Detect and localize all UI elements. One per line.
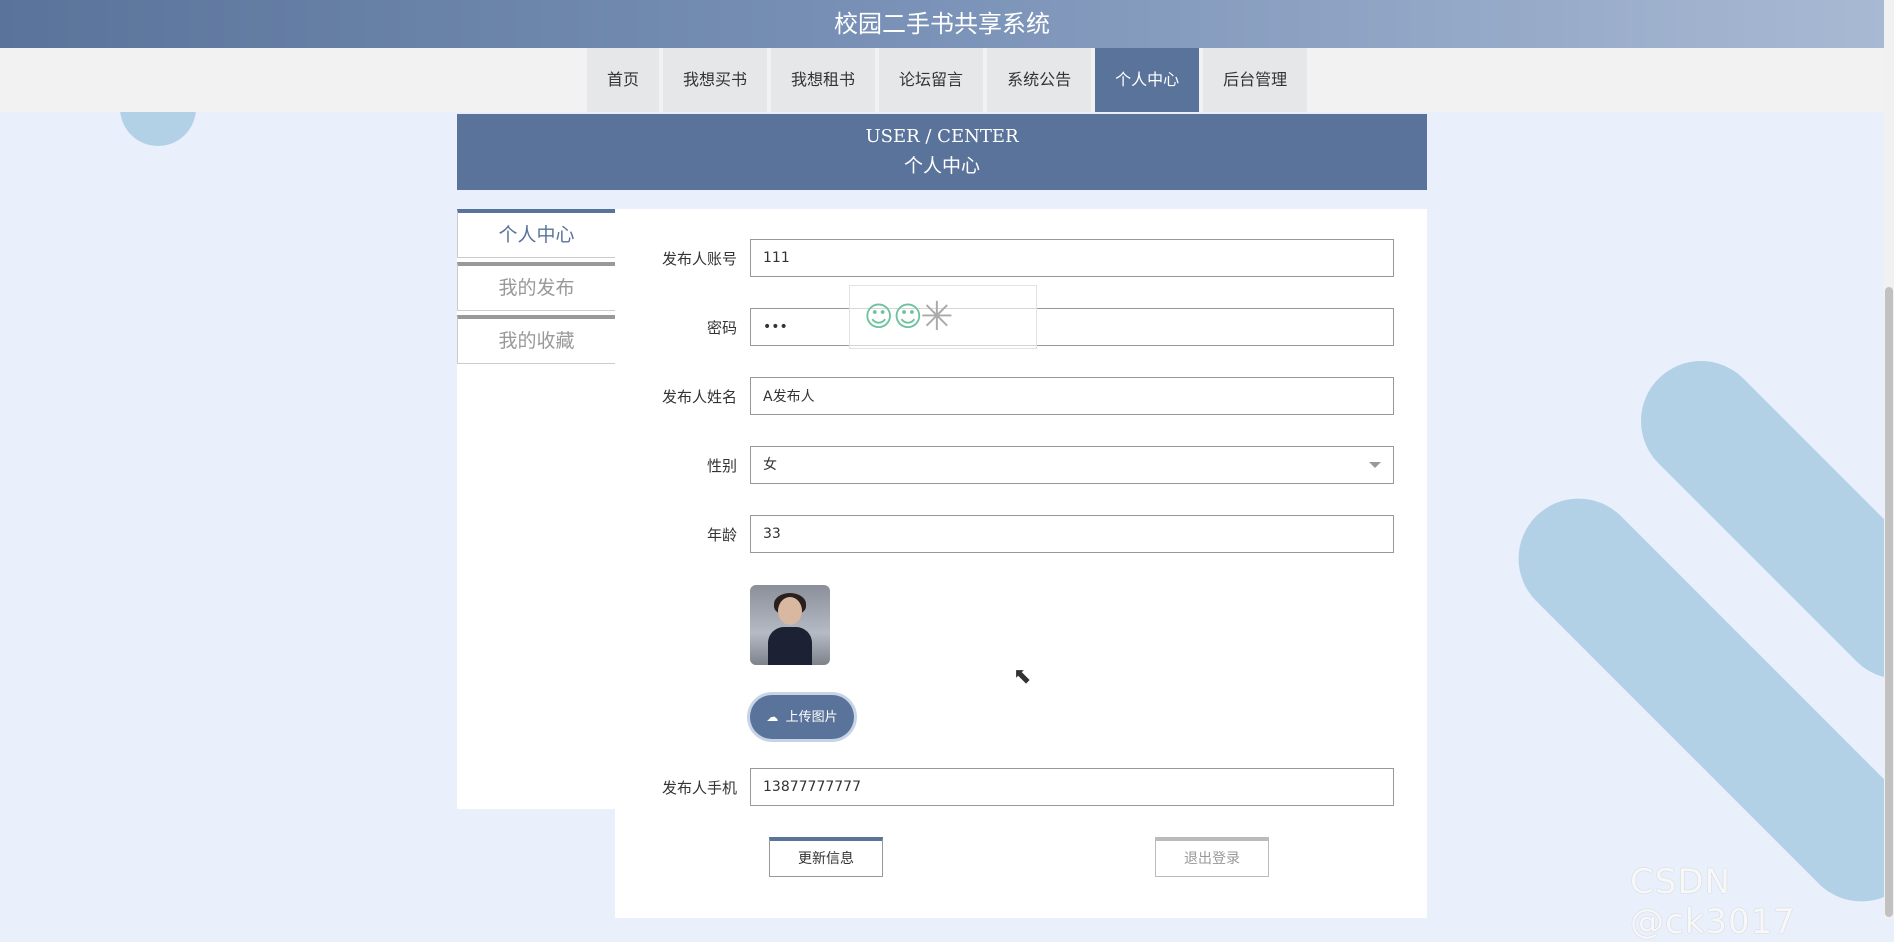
- gender-value: 女: [763, 457, 777, 473]
- content-panel-extension: [615, 800, 1427, 918]
- app-title-bar: 校园二手书共享系统: [0, 0, 1884, 48]
- gender-label: 性别: [706, 457, 737, 475]
- update-info-button[interactable]: 更新信息: [769, 837, 883, 877]
- password-input[interactable]: [750, 308, 1394, 346]
- page-header: USER / CENTER 个人中心: [457, 114, 1427, 190]
- upload-image-button[interactable]: ☁ 上传图片: [750, 695, 854, 739]
- gender-select[interactable]: 女: [750, 446, 1394, 484]
- loading-spinner-icon: ✳: [920, 294, 954, 340]
- chevron-down-icon: [1369, 462, 1381, 468]
- nav-item-3[interactable]: 论坛留言: [879, 48, 984, 112]
- nav-item-1[interactable]: 我想买书: [663, 48, 768, 112]
- gender-row: 性别 女: [615, 446, 1427, 486]
- age-row: 年龄: [615, 515, 1427, 555]
- nav-item-0[interactable]: 首页: [587, 48, 660, 112]
- phone-label: 发布人手机: [661, 779, 737, 797]
- mouse-pointer-icon: ⬉: [1013, 664, 1032, 689]
- main-nav: 首页 我想买书 我想租书 论坛留言 系统公告 个人中心 后台管理: [0, 48, 1884, 112]
- name-input[interactable]: [750, 377, 1394, 415]
- logout-button[interactable]: 退出登录: [1155, 837, 1269, 877]
- name-row: 发布人姓名: [615, 377, 1427, 417]
- avatar: [750, 585, 830, 665]
- app-title: 校园二手书共享系统: [834, 10, 1050, 38]
- page-title: 个人中心: [903, 155, 980, 177]
- nav-item-6[interactable]: 后台管理: [1203, 48, 1308, 112]
- nav-item-5[interactable]: 个人中心: [1095, 48, 1200, 112]
- smile-icon: ☺☺: [864, 300, 923, 333]
- cloud-upload-icon: ☁: [766, 710, 779, 724]
- account-row: 发布人账号: [615, 239, 1427, 279]
- side-menu: 个人中心 我的发布 我的收藏: [457, 209, 615, 368]
- page-header-en: USER / CENTER: [865, 126, 1019, 147]
- name-label: 发布人姓名: [661, 388, 737, 406]
- watermark: CSDN @ck3017: [1630, 862, 1796, 942]
- password-label: 密码: [706, 319, 737, 337]
- side-menu-item-my-favorites[interactable]: 我的收藏: [457, 315, 615, 364]
- nav-item-2[interactable]: 我想租书: [771, 48, 876, 112]
- nav-item-4[interactable]: 系统公告: [987, 48, 1092, 112]
- scrollbar[interactable]: [1884, 0, 1894, 918]
- age-label: 年龄: [706, 526, 737, 544]
- upload-image-label: 上传图片: [785, 710, 838, 725]
- side-menu-item-profile[interactable]: 个人中心: [457, 209, 615, 258]
- phone-row: 发布人手机: [615, 768, 1427, 808]
- loading-overlay: ☺☺ ✳: [849, 285, 1037, 349]
- account-input[interactable]: [750, 239, 1394, 277]
- account-label: 发布人账号: [661, 250, 737, 268]
- side-menu-item-my-posts[interactable]: 我的发布: [457, 262, 615, 311]
- scrollbar-thumb[interactable]: [1885, 287, 1893, 917]
- phone-input[interactable]: [750, 768, 1394, 806]
- age-input[interactable]: [750, 515, 1394, 553]
